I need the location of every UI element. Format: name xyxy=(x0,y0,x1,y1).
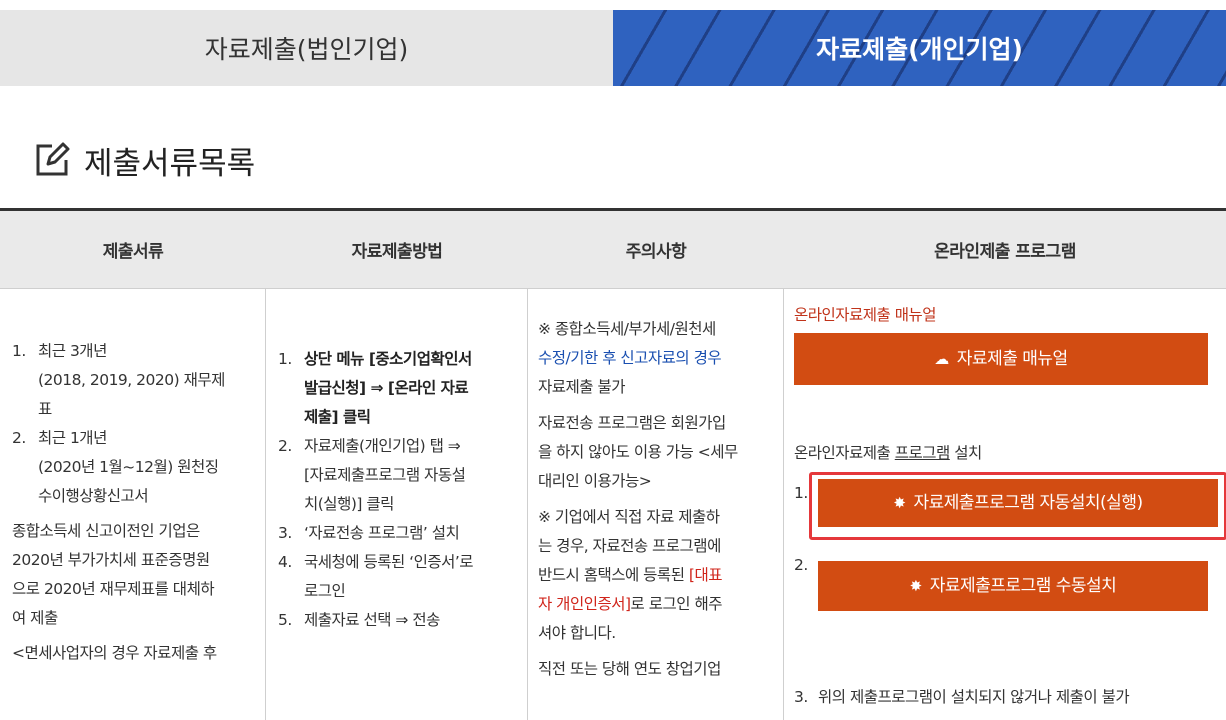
list-text: 제출] 클릭 xyxy=(304,408,371,426)
note-text: 직전 또는 당해 연도 창업기업 xyxy=(538,660,721,678)
list-number: 1. xyxy=(278,350,292,368)
list-item: 1. 상단 메뉴 [중소기업확인서 발급신청] ⇒ [온라인 자료 제출] 클릭 xyxy=(278,345,519,432)
page-title: 제출서류목록 xyxy=(84,145,256,182)
list-text: 자료제출(개인기업) 탭 ⇒ xyxy=(304,437,461,455)
list-text: 치(실행)] 클릭 xyxy=(304,495,394,513)
auto-install-button[interactable]: ✸ 자료제출프로그램 자동설치(실행) xyxy=(818,479,1218,527)
table-row: 1. 최근 3개년 (2018, 2019, 2020) 재무제 표 2. 최근… xyxy=(0,289,1226,720)
list-text: 발급신청] ⇒ [온라인 자료 xyxy=(304,379,469,397)
header-program: 온라인제출 프로그램 xyxy=(934,242,1076,262)
install-label-text: 프로그램 xyxy=(894,444,951,462)
list-text: 최근 1개년 xyxy=(38,429,107,447)
list-text: 최근 3개년 xyxy=(38,342,107,360)
list-text: 제출자료 선택 ⇒ 전송 xyxy=(304,611,440,629)
list-text: 로그인 xyxy=(304,582,346,600)
button-label: 자료제출프로그램 수동설치 xyxy=(929,575,1117,596)
install-label-text: 온라인자료제출 xyxy=(794,444,895,462)
note-text: 자료전송 프로그램은 회원가입 xyxy=(538,414,726,432)
note-line: 반드시 홈택스에 등록된 [대표 xyxy=(538,561,773,590)
note-line: 자 개인인증서]로 로그인 해주 xyxy=(538,590,773,619)
button-label: 자료제출프로그램 자동설치(실행) xyxy=(913,492,1143,513)
header-documents: 제출서류 xyxy=(102,242,164,262)
step-text: 위의 제출프로그램이 설치되지 않거나 제출이 불가 xyxy=(818,688,1130,706)
note-text: ※ 기업에서 직접 자료 제출하 xyxy=(538,508,720,526)
list-text: 국세청에 등록된 ‘인증서’로 xyxy=(304,553,474,571)
manual-download-button[interactable]: ☁ 자료제출 매뉴얼 xyxy=(794,333,1208,385)
gear-icon: ✸ xyxy=(893,493,906,512)
install-label-text: 설치 xyxy=(949,444,982,462)
note-text: 종합소득세 신고이전인 기업은 xyxy=(12,522,200,540)
tab-individual[interactable]: 자료제출(개인기업) xyxy=(613,10,1226,86)
note-text: 여 제출 xyxy=(12,609,58,627)
note-text: 로 로그인 해주 xyxy=(630,595,723,613)
documents-table: 제출서류 자료제출방법 주의사항 온라인제출 프로그램 1. 최근 3개년 (2… xyxy=(0,208,1226,720)
manual-install-button[interactable]: ✸ 자료제출프로그램 수동설치 xyxy=(818,561,1208,611)
install-label: 온라인자료제출 프로그램 설치 xyxy=(794,439,982,468)
note-text-highlight: 수정/기한 후 신고자료의 경우 xyxy=(538,349,722,367)
list-text: 수이행상황신고서 xyxy=(38,487,149,505)
list-number: 4. xyxy=(278,553,292,571)
note-text: 는 경우, 자료전송 프로그램에 xyxy=(538,537,721,555)
list-number: 2. xyxy=(278,437,292,455)
note-text: 셔야 합니다. xyxy=(538,624,616,642)
note-block: 자료전송 프로그램은 회원가입 을 하지 않아도 이용 가능 <세무 대리인 이… xyxy=(538,409,773,496)
list-text: 상단 메뉴 [중소기업확인서 xyxy=(304,350,472,368)
documents-cell: 1. 최근 3개년 (2018, 2019, 2020) 재무제 표 2. 최근… xyxy=(0,289,266,720)
submission-tabs: 자료제출(법인기업) 자료제출(개인기업) xyxy=(0,10,1226,86)
gear-icon: ✸ xyxy=(909,576,923,595)
list-item: 3. ‘자료전송 프로그램’ 설치 xyxy=(278,519,519,548)
list-number: 3. xyxy=(278,524,292,542)
notes-cell: ※ 종합소득세/부가세/원천세 수정/기한 후 신고자료의 경우 자료제출 불가… xyxy=(528,289,784,720)
header-notes: 주의사항 xyxy=(625,242,687,262)
note-text: 반드시 홈택스에 등록된 xyxy=(538,566,689,584)
note-text-warning: [대표 xyxy=(688,566,723,584)
method-cell: 1. 상단 메뉴 [중소기업확인서 발급신청] ⇒ [온라인 자료 제출] 클릭… xyxy=(266,289,528,720)
note-text-warning: 자 개인인증서] xyxy=(538,595,631,613)
tab-corporate[interactable]: 자료제출(법인기업) xyxy=(0,10,613,86)
note-text: 을 하지 않아도 이용 가능 <세무 xyxy=(538,443,738,461)
note-text: 대리인 이용가능> xyxy=(538,472,652,490)
list-item: 1. 최근 3개년 (2018, 2019, 2020) 재무제 표 xyxy=(12,337,255,424)
list-text: 표 xyxy=(38,400,52,418)
step-number: 2. xyxy=(794,556,808,574)
tax-exempt-note: <면세사업자의 경우 자료제출 후 xyxy=(12,644,217,662)
list-item: 3. 위의 제출프로그램이 설치되지 않거나 제출이 불가 xyxy=(794,683,1214,712)
note-block: ※ 종합소득세/부가세/원천세 수정/기한 후 신고자료의 경우 자료제출 불가 xyxy=(538,315,773,402)
program-cell: 온라인자료제출 매뉴얼 ☁ 자료제출 매뉴얼 온라인자료제출 프로그램 설치 1… xyxy=(784,289,1226,720)
section-header: 제출서류목록 xyxy=(32,140,256,182)
note-text: 자료제출 불가 xyxy=(538,378,626,396)
table-header-row: 제출서류 자료제출방법 주의사항 온라인제출 프로그램 xyxy=(0,211,1226,289)
cloud-download-icon: ☁ xyxy=(934,349,949,368)
list-number: 1. xyxy=(12,342,26,360)
list-number: 5. xyxy=(278,611,292,629)
header-method: 자료제출방법 xyxy=(351,242,443,262)
list-number: 2. xyxy=(12,429,26,447)
list-text: [자료제출프로그램 자동설 xyxy=(304,466,466,484)
list-item: 2. 자료제출(개인기업) 탭 ⇒ [자료제출프로그램 자동설 치(실행)] 클… xyxy=(278,432,519,519)
list-text: ‘자료전송 프로그램’ 설치 xyxy=(304,524,460,542)
list-item: 5. 제출자료 선택 ⇒ 전송 xyxy=(278,606,519,635)
edit-icon xyxy=(36,142,70,176)
note-block: ※ 기업에서 직접 자료 제출하 는 경우, 자료전송 프로그램에 반드시 홈택… xyxy=(538,503,773,648)
note-text: ※ 종합소득세/부가세/원천세 xyxy=(538,320,716,338)
substitute-note: 종합소득세 신고이전인 기업은 2020년 부가가치세 표준증명원 으로 202… xyxy=(12,517,255,633)
note-text: 으로 2020년 재무제표를 대체하 xyxy=(12,580,215,598)
list-text: (2020년 1월~12월) 원천징 xyxy=(38,458,219,476)
step-number: 3. xyxy=(794,688,808,706)
list-item: 2. 최근 1개년 (2020년 1월~12월) 원천징 수이행상황신고서 xyxy=(12,424,255,511)
note-text: 2020년 부가가치세 표준증명원 xyxy=(12,551,210,569)
manual-label: 온라인자료제출 매뉴얼 xyxy=(794,306,937,324)
step-number: 1. xyxy=(794,484,808,502)
list-text: (2018, 2019, 2020) 재무제 xyxy=(38,371,225,389)
button-label: 자료제출 매뉴얼 xyxy=(956,348,1068,369)
list-item: 4. 국세청에 등록된 ‘인증서’로 로그인 xyxy=(278,548,519,606)
